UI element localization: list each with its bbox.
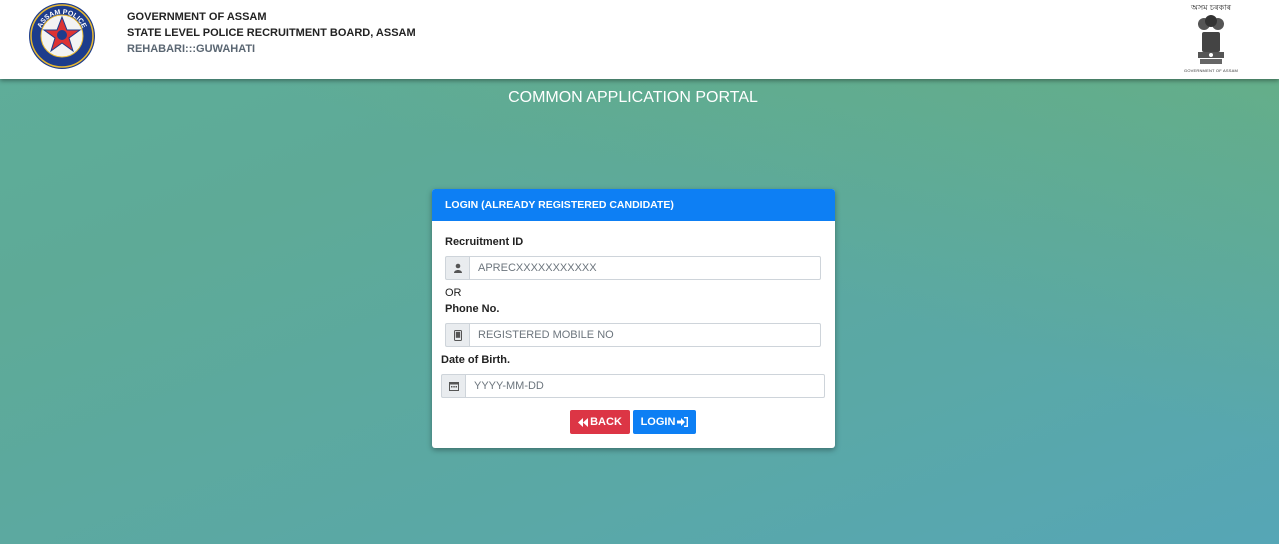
or-separator: OR: [445, 287, 462, 299]
page-title: COMMON APPLICATION PORTAL: [508, 89, 758, 106]
phone-group: [445, 323, 821, 347]
phone-input[interactable]: [469, 323, 821, 347]
header-text-block: GOVERNMENT OF ASSAM STATE LEVEL POLICE R…: [127, 9, 416, 58]
board-location: REHABARI:::GUWAHATI: [127, 43, 256, 55]
ashoka-emblem-icon: [1198, 15, 1224, 64]
login-card: LOGIN (ALREADY REGISTERED CANDIDATE) Rec…: [432, 189, 835, 448]
dob-label: Date of Birth.: [441, 354, 511, 366]
assam-police-logo: ASSAM POLICE: [29, 3, 95, 69]
back-button-label: BACK: [590, 416, 622, 428]
login-button-label: LOGIN: [640, 416, 676, 428]
board-name: STATE LEVEL POLICE RECRUITMENT BOARD, AS…: [127, 27, 416, 39]
sign-in-icon: [677, 417, 689, 427]
phone-label: Phone No.: [445, 303, 500, 315]
recruitment-id-input[interactable]: [469, 256, 821, 280]
site-header: ASSAM POLICE GOVERNMENT OF ASSAM STATE L…: [0, 0, 1279, 79]
back-button[interactable]: BACK: [570, 410, 630, 434]
backward-icon: [578, 417, 589, 427]
login-card-title: LOGIN (ALREADY REGISTERED CANDIDATE): [432, 189, 835, 221]
government-emblem: অসম চৰকাৰ GOVERNMENT OF ASSAM: [1180, 2, 1242, 76]
calendar-icon: [441, 374, 465, 398]
user-icon: [445, 256, 469, 280]
dob-group: [441, 374, 825, 398]
dob-input[interactable]: [465, 374, 825, 398]
mobile-icon: [445, 323, 469, 347]
recruitment-id-label: Recruitment ID: [445, 236, 524, 248]
government-name: GOVERNMENT OF ASSAM: [127, 11, 267, 23]
login-button[interactable]: LOGIN: [633, 410, 696, 434]
emblem-bottom-text: GOVERNMENT OF ASSAM: [1184, 68, 1238, 73]
recruitment-id-group: [445, 256, 821, 280]
